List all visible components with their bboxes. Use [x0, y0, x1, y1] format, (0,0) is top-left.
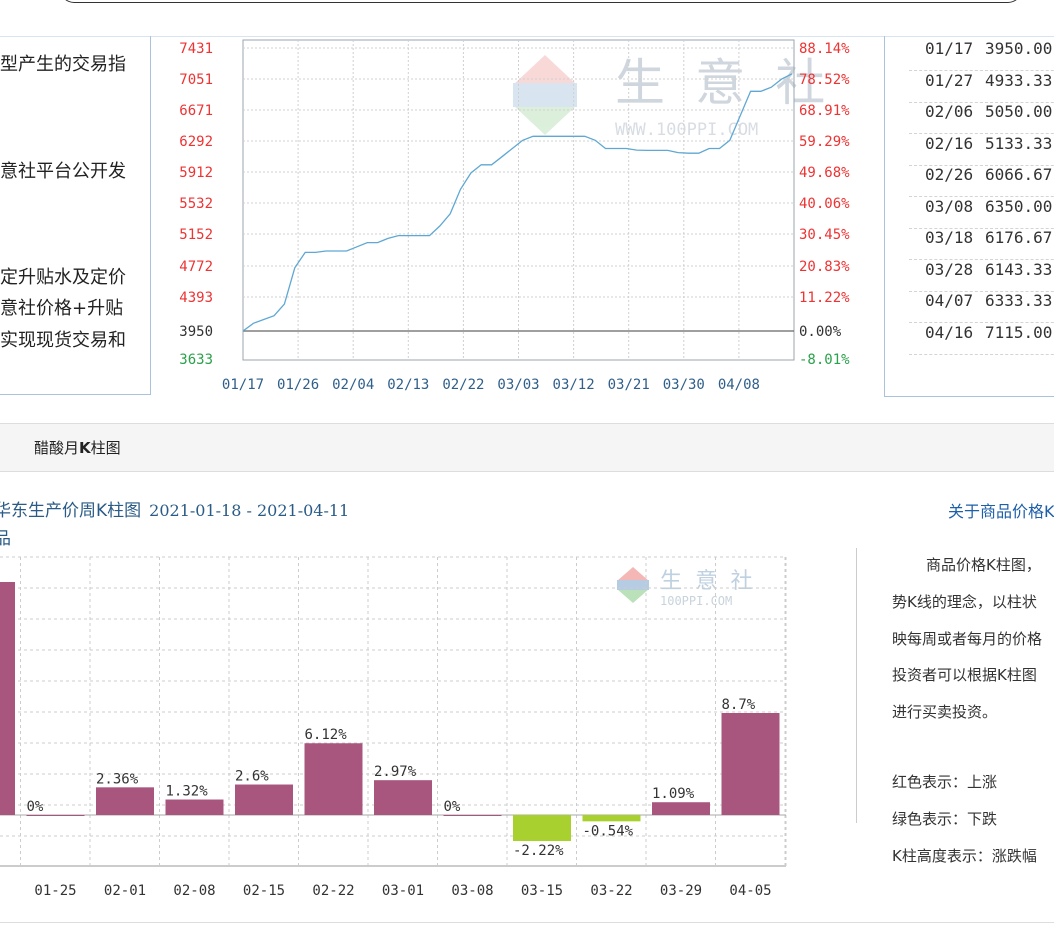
about-line-4: 投资者可以根据K柱图	[892, 666, 1037, 684]
legend-up: 红色表示：上涨	[892, 773, 998, 791]
bar-data-label: 0%	[27, 799, 44, 815]
x-tick-label: 02-08	[173, 883, 215, 899]
x-tick-label: 03-01	[382, 883, 424, 899]
bar-data-label: 2.36%	[96, 771, 139, 787]
bar-data-label: 2.97%	[374, 764, 417, 780]
bar-data-label: 6.12%	[305, 727, 348, 743]
x-tick-label: 03-15	[521, 883, 563, 899]
about-line-2: 势K线的理念，以柱状	[892, 593, 1037, 611]
about-line-1: 商品价格K柱图，	[926, 556, 1041, 574]
bottom-divider	[0, 922, 1054, 923]
legend-height: K柱高度表示：涨跌幅	[892, 847, 1037, 865]
bar-data-label: -0.54%	[583, 823, 634, 839]
k-watermark-text: 生 意 社	[660, 569, 753, 594]
bar	[721, 713, 780, 815]
bar	[0, 582, 15, 815]
bar-data-label: 0%	[444, 799, 461, 815]
x-tick-label: 01-25	[34, 883, 76, 899]
k-watermark-url: 100PPI.COM	[660, 594, 732, 608]
x-tick-label: 02-01	[104, 883, 146, 899]
bar-data-label: 8.7%	[722, 697, 756, 713]
legend-down: 绿色表示：下跌	[892, 810, 998, 828]
bar-data-label: -2.22%	[513, 843, 564, 859]
bar	[652, 802, 710, 815]
about-line-3: 映每周或者每月的价格	[892, 630, 1043, 648]
bar	[582, 815, 641, 822]
bar	[96, 787, 154, 815]
bar	[26, 815, 85, 816]
bar-data-label: 1.32%	[166, 784, 209, 800]
x-tick-label: 04-05	[729, 883, 771, 899]
bar	[165, 799, 224, 815]
about-line-5: 进行买卖投资。	[892, 703, 998, 721]
bar	[443, 815, 502, 816]
bar-data-label: 1.09%	[652, 786, 695, 802]
x-tick-label: 02-15	[243, 883, 285, 899]
bar-data-label: 2.6%	[235, 769, 269, 785]
about-k-chart-link[interactable]: 关于商品价格K	[948, 498, 1054, 522]
bar	[304, 743, 363, 815]
bar	[235, 784, 293, 815]
x-tick-label: 02-22	[312, 883, 354, 899]
bar	[374, 780, 432, 815]
bar	[513, 815, 571, 842]
x-tick-label: 03-08	[451, 883, 493, 899]
divider-vertical	[856, 548, 857, 823]
x-tick-label: 03-22	[590, 883, 632, 899]
x-tick-label: 03-29	[660, 883, 702, 899]
